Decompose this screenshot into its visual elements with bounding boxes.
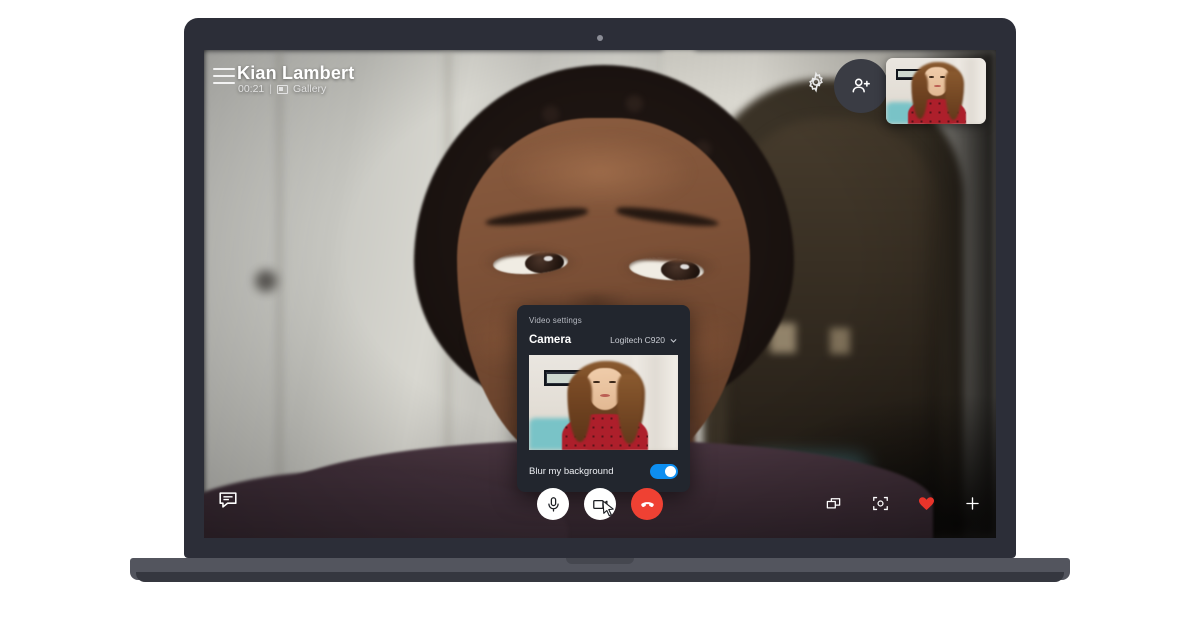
laptop-base-shadow	[136, 572, 1064, 582]
blur-background-label: Blur my background	[529, 465, 614, 477]
plus-icon	[965, 496, 979, 510]
call-duration: 00:21	[238, 83, 265, 95]
camera-button[interactable]	[584, 488, 616, 520]
hamburger-line	[213, 82, 235, 84]
hamburger-menu-icon[interactable]	[213, 68, 235, 84]
call-title: Kian Lambert	[237, 63, 355, 83]
snapshot-button[interactable]	[870, 493, 890, 513]
camera-icon	[592, 499, 608, 509]
more-options-button[interactable]	[962, 493, 982, 513]
laptop-base-notch	[566, 558, 634, 564]
chat-bubble-icon[interactable]	[217, 489, 239, 511]
call-layout-label: Gallery	[293, 83, 327, 95]
selfview-eye-left	[929, 75, 934, 78]
screen-share-button[interactable]	[824, 493, 844, 513]
call-top-bar: Kian Lambert 00:21 | Gallery	[204, 50, 996, 124]
preview-eye-left	[593, 380, 600, 384]
self-view-thumbnail[interactable]	[886, 58, 986, 124]
end-call-icon	[640, 501, 654, 507]
secondary-action-bar	[824, 493, 982, 513]
snapshot-icon	[872, 496, 888, 510]
heart-icon	[918, 496, 934, 510]
camera-value-text: Logitech C920	[610, 335, 665, 345]
call-subtitle-separator: |	[269, 83, 273, 95]
blur-background-row: Blur my background	[529, 450, 678, 492]
screen-share-icon	[826, 497, 840, 508]
reaction-button[interactable]	[916, 493, 936, 513]
blur-background-toggle[interactable]	[650, 463, 678, 479]
laptop-screen: Kian Lambert 00:21 | Gallery Video setti…	[204, 50, 996, 538]
camera-preview	[529, 355, 678, 450]
camera-preview-video	[529, 355, 678, 450]
hamburger-line	[213, 68, 235, 70]
end-call-button[interactable]	[631, 488, 663, 520]
video-settings-panel: Video settings Camera Logitech C920 Blur…	[517, 305, 690, 492]
hamburger-line	[213, 75, 235, 77]
camera-dropdown[interactable]: Logitech C920	[610, 335, 678, 345]
self-view-video	[886, 58, 986, 124]
chevron-down-icon	[670, 338, 677, 343]
selfview-eye-right	[940, 75, 945, 78]
laptop-webcam-dot	[597, 35, 603, 41]
call-action-bar	[537, 488, 663, 520]
camera-selector-row: Camera Logitech C920	[529, 334, 678, 346]
gallery-icon	[277, 84, 289, 94]
video-settings-title: Video settings	[529, 316, 582, 325]
microphone-button[interactable]	[537, 488, 569, 520]
camera-label: Camera	[529, 334, 572, 346]
call-subtitle: 00:21 | Gallery	[238, 83, 326, 95]
screenshot-stage: Kian Lambert 00:21 | Gallery Video setti…	[0, 0, 1200, 630]
gear-icon[interactable]	[804, 70, 828, 94]
microphone-icon	[547, 496, 559, 512]
add-person-button[interactable]	[834, 59, 888, 113]
